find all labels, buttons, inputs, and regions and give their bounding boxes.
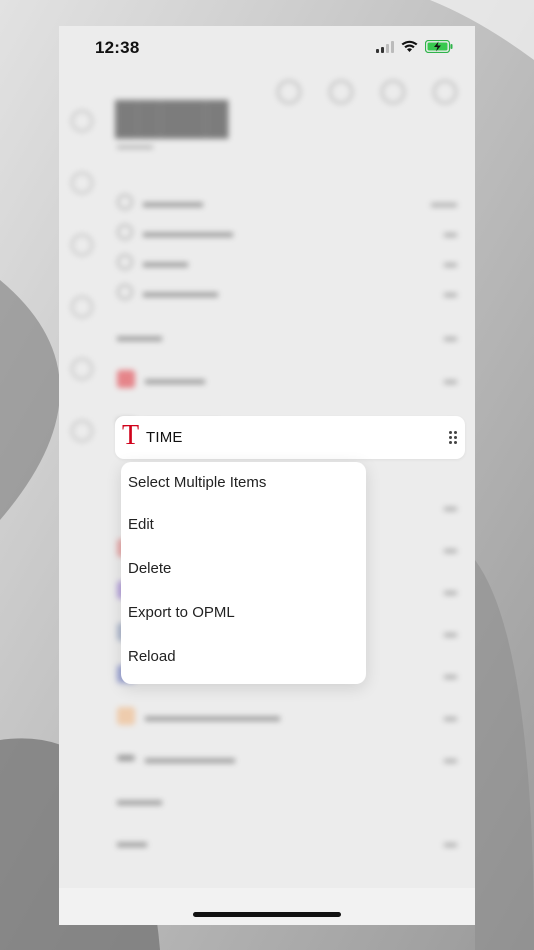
status-time: 12:38 — [95, 38, 140, 57]
blurred-row: ▬▬▬▬ ▬ — [117, 369, 457, 389]
blurred-row: ▬▬▬▬▬▬ ▬ — [117, 748, 457, 768]
signal-icon — [376, 40, 394, 53]
feed-row-time[interactable]: T TIME — [115, 416, 465, 459]
toolbar — [277, 80, 457, 104]
toolbar-icon — [433, 80, 457, 104]
menu-item-select-multiple[interactable]: Select Multiple Items — [121, 462, 366, 502]
blurred-row: ▬▬▬ — [117, 833, 457, 851]
blurred-row: ▬▬▬ ▬ — [117, 327, 457, 345]
rail-icon — [71, 234, 93, 256]
toolbar-icon — [381, 80, 405, 104]
drag-handle-icon[interactable] — [449, 431, 457, 444]
status-icons — [376, 40, 453, 53]
toolbar-icon — [329, 80, 353, 104]
toolbar-icon — [277, 80, 301, 104]
rail-icon — [71, 172, 93, 194]
menu-item-delete[interactable]: Delete — [121, 546, 366, 590]
blurred-row: ▬▬▬▬▬▬▬▬▬ ▬ — [117, 706, 457, 726]
subtitle-placeholder: ▬▬▬ — [117, 138, 153, 152]
blurred-row: ▬▬▬ — [117, 791, 162, 809]
page-title-placeholder: █████ — [115, 100, 229, 136]
blurred-row: ▬▬▬▬▬▬ — [117, 282, 457, 302]
rail-icon — [71, 420, 93, 442]
menu-item-edit[interactable]: Edit — [121, 502, 366, 546]
blurred-row: ▬▬▬▬▬▬ — [117, 192, 457, 212]
home-indicator[interactable] — [193, 912, 341, 917]
menu-item-reload[interactable]: Reload — [121, 634, 366, 678]
menu-item-export-opml[interactable]: Export to OPML — [121, 590, 366, 634]
status-bar: 12:38 — [59, 26, 475, 70]
phone-screen: 12:38 █████ ▬▬▬ ▬▬▬▬ ▬▬ ▬▬▬▬▬▬ ▬ ▬▬▬ ▬ ▬… — [59, 26, 475, 925]
rail-icon — [71, 358, 93, 380]
blurred-row: ▬▬▬▬▬▬ ▬ — [117, 222, 457, 242]
rail-icon — [71, 110, 93, 132]
rail-icon — [71, 296, 93, 318]
sidebar-rail — [65, 110, 99, 482]
blurred-row: ▬▬▬ ▬ — [117, 252, 457, 272]
wifi-icon — [401, 40, 418, 52]
feed-name: TIME — [146, 429, 183, 446]
context-menu: Select Multiple Items Edit Delete Export… — [121, 462, 366, 684]
battery-charging-icon — [425, 40, 453, 53]
time-logo-icon: T — [122, 420, 140, 451]
bottom-area — [59, 888, 475, 925]
